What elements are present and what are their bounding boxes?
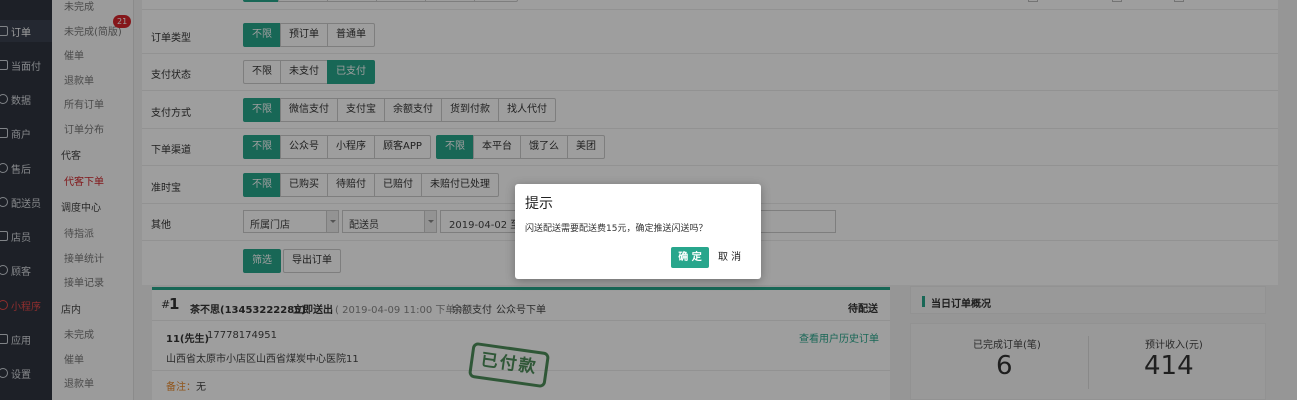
confirm-dialog: 提示 闪送配送需要配送费15元，确定推送闪送吗？ 确 定 取 消 <box>515 184 761 279</box>
cancel-button[interactable]: 取 消 <box>718 247 741 268</box>
dialog-title: 提示 <box>525 196 553 212</box>
confirm-button[interactable]: 确 定 <box>671 247 709 268</box>
dialog-message: 闪送配送需要配送费15元，确定推送闪送吗？ <box>525 224 708 234</box>
